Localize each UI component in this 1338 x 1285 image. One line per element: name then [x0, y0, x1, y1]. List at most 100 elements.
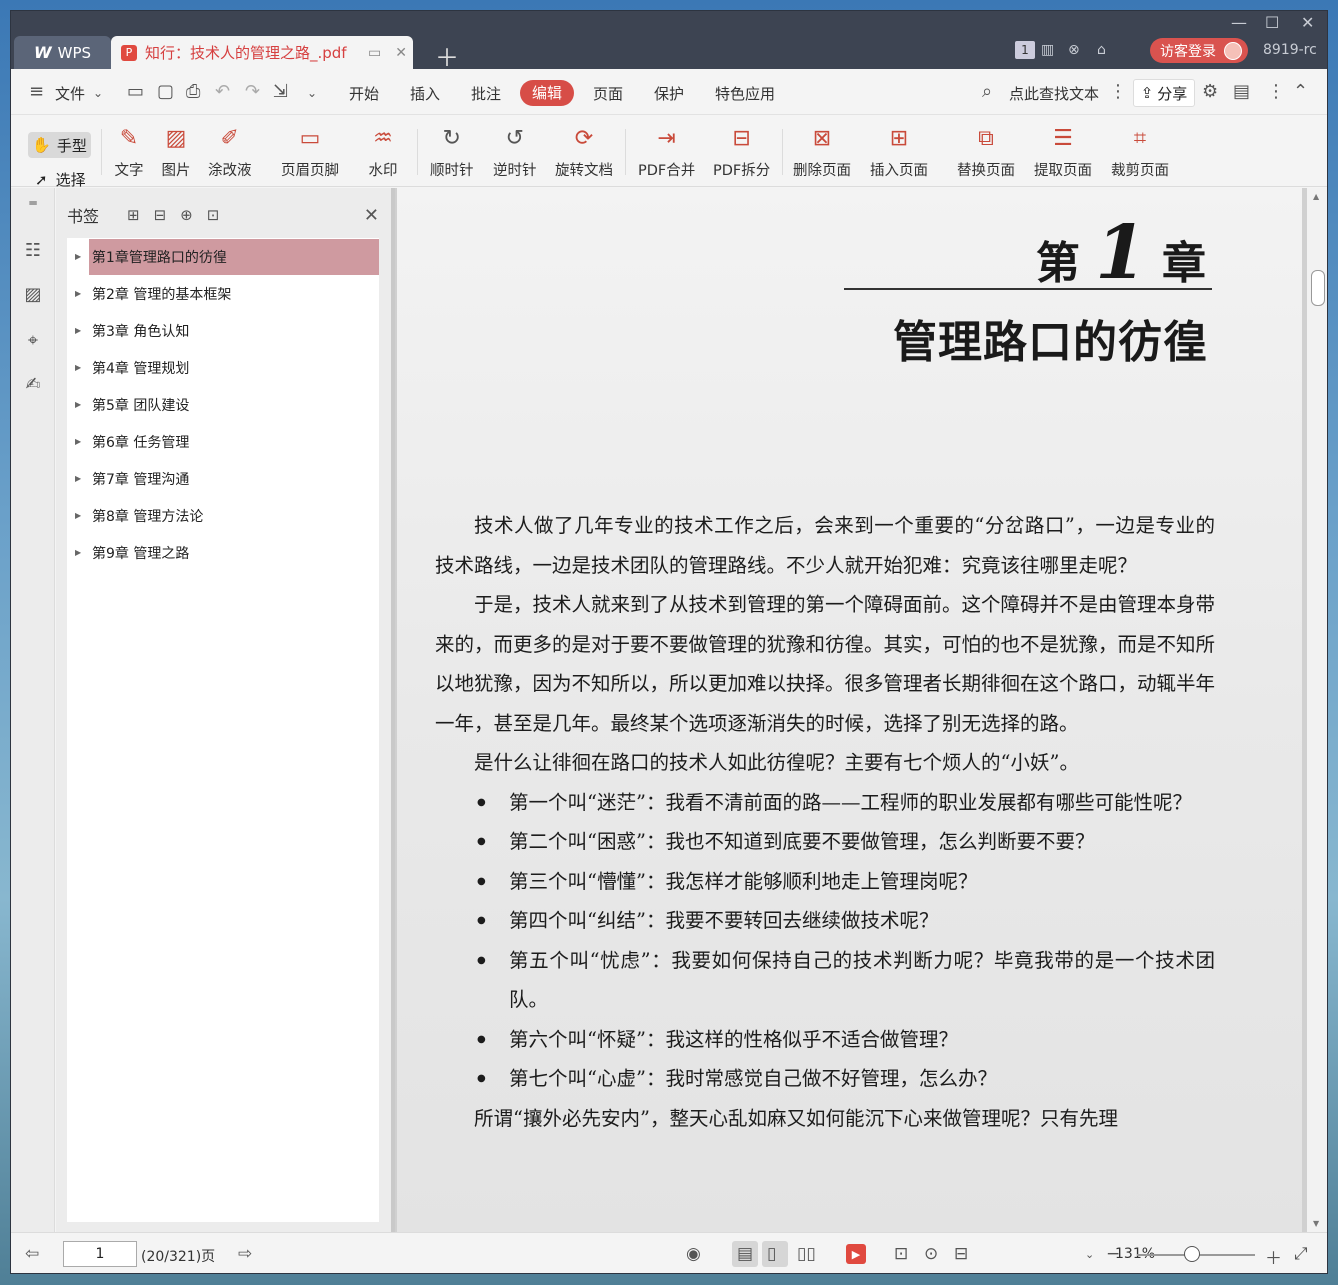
continuous-view-icon[interactable]: ▤ [737, 1244, 753, 1264]
menu-start[interactable]: 开始 [349, 83, 379, 104]
tab-wps-home[interactable]: W WPS [14, 36, 111, 69]
search-icon[interactable]: ⌕ [982, 81, 992, 102]
menu-page[interactable]: 页面 [593, 83, 623, 104]
correction-fluid-button[interactable]: ✐ 涂改液 [208, 123, 252, 180]
crop-page-button[interactable]: ⌗ 裁剪页面 [1111, 123, 1169, 180]
bookmark-item[interactable]: ▶ 第5章 团队建设 [67, 386, 379, 423]
single-page-icon[interactable]: ▯ [767, 1244, 776, 1264]
watermark-button[interactable]: ♒ 水印 [368, 123, 398, 180]
bookmark-item[interactable]: ▶ 第7章 管理沟通 [67, 460, 379, 497]
export-icon[interactable]: ⇲ [273, 81, 288, 102]
replace-page-button[interactable]: ⧉ 替换页面 [957, 123, 1015, 180]
visitor-login-button[interactable]: 访客登录 [1150, 38, 1248, 63]
tab-screen-icon[interactable]: ▭ [368, 45, 381, 61]
scroll-down-icon[interactable]: ▼ [1313, 1219, 1319, 1228]
print-icon[interactable]: ⎙ [186, 81, 200, 102]
chevron-down-icon[interactable]: ⌄ [93, 86, 103, 100]
zoom-in-icon[interactable]: ＋ [1265, 1244, 1282, 1269]
new-tab-button[interactable]: ＋ [435, 38, 459, 73]
bookmark-settings-icon[interactable]: ⊡ [207, 206, 220, 224]
bookmark-item[interactable]: ▶ 第3章 角色认知 [67, 312, 379, 349]
pdf-merge-button[interactable]: ⇥ PDF合并 [638, 123, 695, 180]
expand-caret-icon[interactable]: ▶ [75, 400, 89, 409]
open-folder-icon[interactable]: ▭ [127, 81, 144, 102]
select-tool-button[interactable]: ➚ 选择 [35, 169, 86, 190]
bookmark-item[interactable]: ▶ 第9章 管理之路 [67, 534, 379, 571]
expand-caret-icon[interactable]: ▶ [75, 289, 89, 298]
zoom-slider-knob[interactable] [1184, 1246, 1200, 1262]
file-menu[interactable]: 文件 [55, 83, 85, 104]
bookmark-item[interactable]: ▶ 第8章 管理方法论 [67, 497, 379, 534]
tab-close-icon[interactable]: ✕ [395, 45, 407, 61]
fit-width-icon[interactable]: ⊟ [954, 1244, 968, 1264]
minimize-icon[interactable]: — [1231, 13, 1247, 32]
share-button[interactable]: ⇪ 分享 [1133, 79, 1195, 107]
expand-caret-icon[interactable]: ▶ [75, 326, 89, 335]
more-vertical-icon[interactable]: ⋮ [1109, 81, 1127, 102]
expand-caret-icon[interactable]: ▶ [75, 511, 89, 520]
expand-caret-icon[interactable]: ▶ [75, 437, 89, 446]
next-page-icon[interactable]: ⇨ [238, 1244, 252, 1264]
close-panel-icon[interactable]: ✕ [364, 205, 379, 226]
maximize-icon[interactable]: ☐ [1265, 13, 1279, 32]
bookmark-panel-icon[interactable]: ☷ [22, 240, 44, 262]
vertical-scrollbar[interactable]: ▲ ▼ [1307, 188, 1327, 1232]
rotate-clockwise-button[interactable]: ↻ 顺时针 [430, 123, 474, 180]
collapse-all-icon[interactable]: ⊟ [154, 206, 167, 224]
menu-protect[interactable]: 保护 [654, 83, 684, 104]
prev-page-icon[interactable]: ⇦ [25, 1244, 39, 1264]
collapse-ribbon-icon[interactable]: ⌃ [1293, 81, 1308, 102]
expand-caret-icon[interactable]: ▶ [75, 252, 89, 261]
two-page-icon[interactable]: ▯▯ [797, 1244, 816, 1264]
signature-panel-icon[interactable]: ✍ [22, 374, 44, 396]
rotate-document-button[interactable]: ⟳ 旋转文档 [555, 123, 613, 180]
pdf-split-button[interactable]: ⊟ PDF拆分 [713, 123, 770, 180]
add-bookmark-icon[interactable]: ⊕ [180, 206, 193, 224]
annotation-panel-icon[interactable]: ⌖ [22, 330, 44, 352]
expand-caret-icon[interactable]: ▶ [75, 474, 89, 483]
actual-size-icon[interactable]: ⊡ [894, 1244, 908, 1264]
comment-icon[interactable]: ▤ [1233, 81, 1250, 102]
undo-icon[interactable]: ↶ [215, 81, 230, 102]
search-text[interactable]: 点此查找文本 [1009, 83, 1099, 104]
zoom-dropdown-icon[interactable]: ⌄ [1085, 1248, 1094, 1261]
bookmark-item[interactable]: ▶ 第2章 管理的基本框架 [67, 275, 379, 312]
hand-tool-button[interactable]: ✋ 手型 [28, 132, 91, 158]
delete-page-button[interactable]: ⊠ 删除页面 [793, 123, 851, 180]
expand-all-icon[interactable]: ⊞ [127, 206, 140, 224]
menu-insert[interactable]: 插入 [410, 83, 440, 104]
thumbnail-panel-icon[interactable]: ▨ [22, 284, 44, 306]
extract-page-button[interactable]: ☰ 提取页面 [1034, 123, 1092, 180]
document-view[interactable]: 第 1 章 管理路口的彷徨 技术人做了几年专业的技术工作之后，会来到一个重要的“… [395, 188, 1327, 1232]
close-window-icon[interactable]: ✕ [1301, 13, 1314, 32]
cloud-icon[interactable]: ⊗ [1068, 39, 1080, 61]
tab-document[interactable]: P 知行：技术人的管理之路_.pdf ▭ ✕ [111, 36, 413, 69]
settings-icon[interactable]: ⚙ [1202, 81, 1218, 102]
fit-page-icon[interactable]: ⊙ [924, 1244, 938, 1264]
header-footer-button[interactable]: ▭ 页眉页脚 [281, 123, 339, 180]
expand-caret-icon[interactable]: ▶ [75, 363, 89, 372]
hamburger-icon[interactable]: ≡ [29, 81, 44, 102]
save-icon[interactable]: ▢ [157, 81, 174, 102]
scroll-up-icon[interactable]: ▲ [1313, 192, 1319, 201]
menu-special[interactable]: 特色应用 [715, 83, 775, 104]
page-badge[interactable]: 1 [1015, 41, 1035, 59]
bookmark-item[interactable]: ▶ 第6章 任务管理 [67, 423, 379, 460]
skin-icon[interactable]: ⌂ [1097, 39, 1106, 61]
more-chevron-icon[interactable]: ⌄ [307, 86, 317, 100]
redo-icon[interactable]: ↷ [245, 81, 260, 102]
bookmark-item[interactable]: ▶ 第4章 管理规划 [67, 349, 379, 386]
fullscreen-icon[interactable]: ⤢ [1294, 1244, 1308, 1264]
eye-protection-icon[interactable]: ◉ [686, 1244, 701, 1264]
expand-caret-icon[interactable]: ▶ [75, 548, 89, 557]
collapse-handle-icon[interactable]: ═ [22, 196, 44, 218]
scroll-thumb[interactable] [1311, 270, 1325, 306]
menu-edit[interactable]: 编辑 [520, 80, 575, 106]
split-view-icon[interactable]: ▥ [1041, 39, 1054, 61]
page-number-input[interactable]: 1 [63, 1241, 137, 1267]
bookmark-item[interactable]: ▶ 第1章管理路口的彷徨 [67, 238, 379, 275]
rotate-counterclockwise-button[interactable]: ↺ 逆时针 [493, 123, 537, 180]
image-edit-button[interactable]: ▨ 图片 [161, 123, 191, 180]
text-edit-button[interactable]: ✎ 文字 [114, 123, 144, 180]
menu-annotate[interactable]: 批注 [471, 83, 501, 104]
